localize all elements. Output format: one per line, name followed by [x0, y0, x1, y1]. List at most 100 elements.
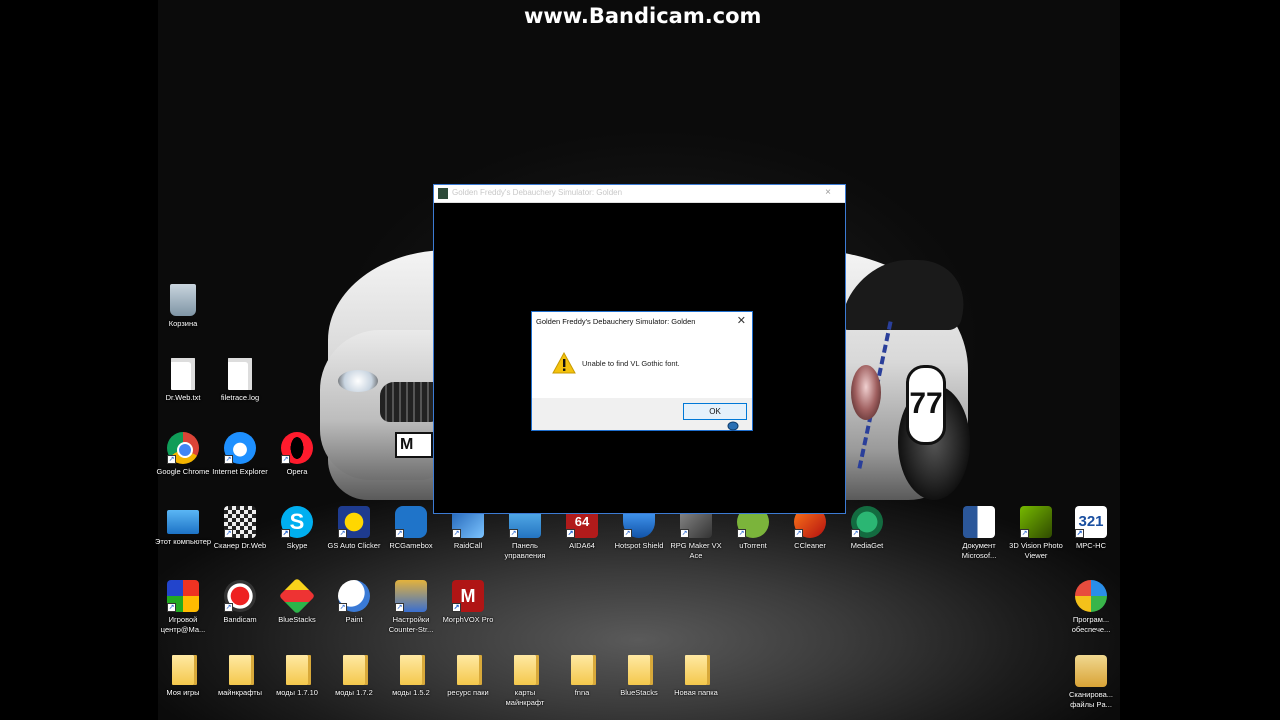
desktop-icon-filetrace[interactable]: filetrace.log — [211, 358, 269, 420]
shortcut-arrow-icon: ↗ — [281, 455, 290, 464]
game-window-close-button[interactable]: × — [825, 187, 831, 198]
folder-icon — [172, 655, 194, 685]
desktop-icon-chrome[interactable]: ↗ Google Chrome — [154, 432, 212, 494]
desktop-icon-paint[interactable]: ↗ Paint — [325, 580, 383, 642]
desktop-icon-label: Skype — [286, 541, 308, 550]
desktop-icon-label: MorphVOX Pro — [442, 615, 494, 624]
desktop-folder-mods-1710[interactable]: моды 1.7.10 — [268, 655, 326, 717]
desktop-icon-drweb-txt[interactable]: Dr.Web.txt — [154, 358, 212, 420]
scanned-files-icon — [1075, 655, 1107, 687]
skype-icon: S ↗ — [281, 506, 313, 538]
desktop-icon-label: Этот компьютер — [154, 537, 212, 546]
desktop-icon-mediaget[interactable]: ↗ MediaGet — [838, 506, 896, 568]
desktop-folder-my-games[interactable]: Моя игры — [154, 655, 212, 717]
desktop-folder-minecraft-maps[interactable]: карты майнкрафт — [496, 655, 554, 717]
desktop-icon-raidcall[interactable]: ↗ RaidCall — [439, 506, 497, 568]
folder-icon — [514, 655, 536, 685]
desktop-icon-cs-settings[interactable]: ↗ Настройки Counter-Str... — [382, 580, 440, 642]
shortcut-arrow-icon: ↗ — [338, 603, 347, 612]
desktop-icon-label: Моя игры — [166, 688, 200, 697]
bandicam-watermark: www.Bandicam.com — [524, 4, 762, 28]
desktop-icon-label: MediaGet — [850, 541, 884, 550]
desktop-icon-rcgamebox[interactable]: ↗ RCGamebox — [382, 506, 440, 568]
desktop-icon-label: filetrace.log — [220, 393, 260, 402]
desktop-folder-resource-packs[interactable]: ресурс паки — [439, 655, 497, 717]
mediaget-icon: ↗ — [851, 506, 883, 538]
desktop-icon-label: Paint — [345, 615, 363, 624]
desktop-folder-mods-172[interactable]: моды 1.7.2 — [325, 655, 383, 717]
shortcut-arrow-icon: ↗ — [737, 529, 746, 538]
qr-scanner-icon: ↗ — [224, 506, 256, 538]
desktop-icon-control-panel[interactable]: ↗ Панель управления — [496, 506, 554, 568]
desktop-icon-label: Google Chrome — [156, 467, 210, 476]
software-icon — [1075, 580, 1107, 612]
desktop-icon-software[interactable]: Програм... обеспече... — [1062, 580, 1120, 642]
desktop-icon-label: 3D Vision Photo Viewer — [1009, 541, 1063, 560]
shortcut-arrow-icon: ↗ — [224, 603, 233, 612]
left-letterbox — [0, 0, 158, 720]
desktop-icon-skype[interactable]: S ↗ Skype — [268, 506, 326, 568]
desktop-folder-minecrafts[interactable]: майнкрафты — [211, 655, 269, 717]
shortcut-arrow-icon: ↗ — [167, 603, 176, 612]
desktop-folder-mods-152[interactable]: моды 1.5.2 — [382, 655, 440, 717]
desktop-icon-label: BlueStacks — [620, 688, 658, 697]
shortcut-arrow-icon: ↗ — [167, 455, 176, 464]
desktop-icon-mpc-hc[interactable]: 321 ↗ MPC-HC — [1062, 506, 1120, 568]
desktop-icon-game-center[interactable]: ↗ Игровой центр@Ма... — [154, 580, 212, 642]
desktop-icon-gs-auto-clicker[interactable]: ↗ GS Auto Clicker — [325, 506, 383, 568]
desktop-icon-label: GS Auto Clicker — [327, 541, 381, 550]
desktop-folder-new[interactable]: Новая папка — [667, 655, 725, 717]
folder-icon — [457, 655, 479, 685]
desktop-icon-drweb-scanner[interactable]: ↗ Сканер Dr.Web — [211, 506, 269, 568]
warning-icon — [552, 352, 576, 374]
desktop-folder-bluestacks[interactable]: BlueStacks — [610, 655, 668, 717]
desktop-icon-rpg-maker[interactable]: ↗ RPG Maker VX Ace — [667, 506, 725, 568]
desktop-icon-label: моды 1.5.2 — [392, 688, 430, 697]
desktop-icon-ccleaner[interactable]: ↗ CCleaner — [781, 506, 839, 568]
desktop-icon-recycle-bin[interactable]: Корзина — [154, 284, 212, 346]
desktop-icon-label: Настройки Counter-Str... — [388, 615, 434, 634]
desktop-folder-fnna[interactable]: fnna — [553, 655, 611, 717]
desktop-icon-label: Opera — [286, 467, 308, 476]
morphvox-icon: M ↗ — [452, 580, 484, 612]
desktop-icon-bluestacks[interactable]: BlueStacks — [268, 577, 326, 642]
desktop-icon-scanned-files[interactable]: Сканирова... файлы Pa... — [1062, 655, 1120, 717]
dialog-close-button[interactable]: ✕ — [737, 314, 746, 327]
desktop-icon-label: майнкрафты — [217, 688, 263, 697]
mpc-hc-icon: 321 ↗ — [1075, 506, 1107, 538]
game-window-titlebar[interactable]: Golden Freddy's Debauchery Simulator: Go… — [434, 185, 845, 203]
desktop-icon-morphvox[interactable]: M ↗ MorphVOX Pro — [439, 580, 497, 642]
game-window-title: Golden Freddy's Debauchery Simulator: Go… — [452, 188, 623, 197]
wallpaper-car-grille — [380, 382, 440, 422]
wallpaper-car-plate: M — [395, 432, 433, 458]
shortcut-arrow-icon: ↗ — [1020, 529, 1029, 538]
computer-icon — [167, 510, 199, 534]
desktop-icon-label: Hotspot Shield — [614, 541, 664, 550]
desktop-icon-label: RCGamebox — [389, 541, 433, 550]
desktop-icon-label: RPG Maker VX Ace — [670, 541, 722, 560]
desktop-icon-3d-vision[interactable]: ↗ 3D Vision Photo Viewer — [1007, 506, 1065, 568]
desktop-icon-utorrent[interactable]: ↗ uTorrent — [724, 506, 782, 568]
desktop-icon-label: Internet Explorer — [212, 467, 268, 476]
3d-vision-icon: ↗ — [1020, 506, 1052, 538]
desktop-icon-ie[interactable]: ↗ Internet Explorer — [211, 432, 269, 494]
error-dialog[interactable]: Golden Freddy's Debauchery Simulator: Go… — [531, 311, 753, 431]
desktop-icon-word-doc[interactable]: Документ Microsof... — [950, 506, 1008, 568]
desktop-icon-opera[interactable]: ↗ Opera — [268, 432, 326, 494]
recycle-bin-icon — [170, 284, 196, 316]
wallpaper-car-number: 77 — [906, 365, 946, 445]
desktop-icon-aida64[interactable]: 64 ↗ AIDA64 — [553, 506, 611, 568]
ok-button[interactable]: OK — [683, 403, 747, 420]
desktop-icon-bandicam[interactable]: ↗ Bandicam — [211, 580, 269, 642]
desktop-icon-label: Панель управления — [504, 541, 546, 560]
desktop-icon-hotspot-shield[interactable]: ↗ Hotspot Shield — [610, 506, 668, 568]
chrome-icon: ↗ — [167, 432, 199, 464]
shortcut-arrow-icon: ↗ — [794, 529, 803, 538]
counter-strike-icon: ↗ — [395, 580, 427, 612]
desktop-icon-label: CCleaner — [794, 541, 826, 550]
desktop-icon-this-pc[interactable]: Этот компьютер — [154, 506, 212, 568]
shortcut-arrow-icon: ↗ — [224, 529, 233, 538]
desktop-icon-label: RaidCall — [453, 541, 483, 550]
wallpaper-car-headlight — [338, 370, 378, 392]
desktop-icon-label: Новая папка — [674, 688, 718, 697]
